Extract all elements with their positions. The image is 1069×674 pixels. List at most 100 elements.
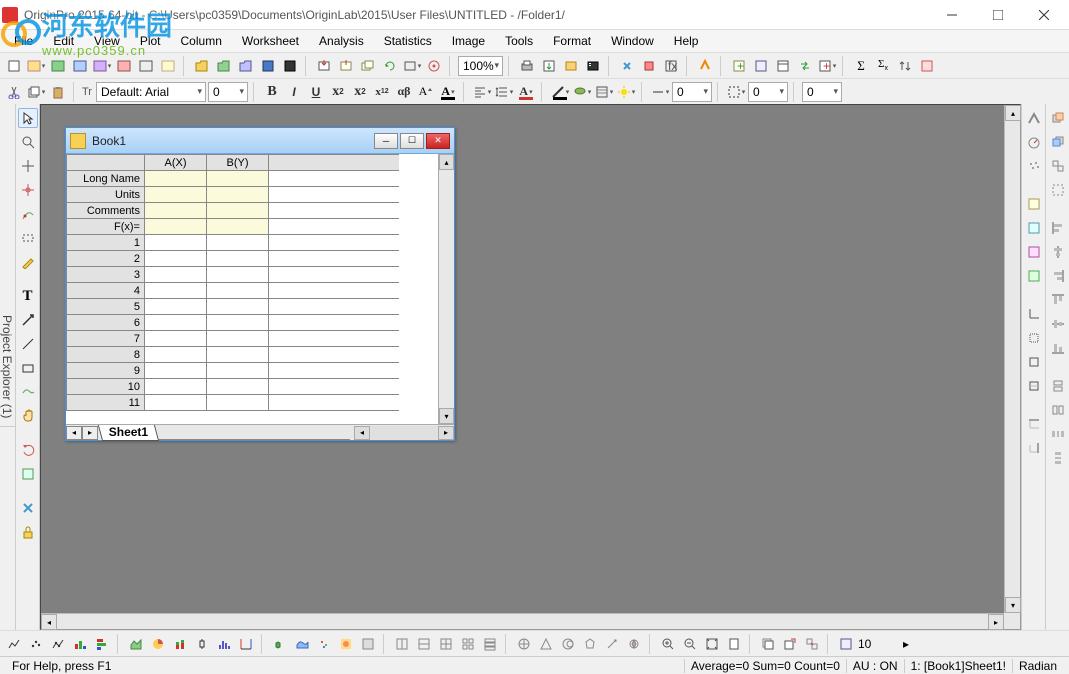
- line-symbol-plot-button[interactable]: [48, 634, 68, 654]
- menu-worksheet[interactable]: Worksheet: [232, 32, 309, 50]
- draw-tool[interactable]: [18, 252, 38, 272]
- align-left-button[interactable]: ▾: [472, 82, 492, 102]
- box-plot-button[interactable]: [192, 634, 212, 654]
- image-plot-button[interactable]: [358, 634, 378, 654]
- template2-button[interactable]: [414, 634, 434, 654]
- line-color-button[interactable]: ▾: [550, 82, 570, 102]
- import-single-button[interactable]: [336, 56, 356, 76]
- workspace-vscroll[interactable]: ▴▾: [1004, 105, 1020, 613]
- sort-button[interactable]: [895, 56, 915, 76]
- align-bottom-obj-button[interactable]: [1048, 338, 1068, 358]
- obj-group-button[interactable]: [1048, 156, 1068, 176]
- rotate-tool[interactable]: [18, 440, 38, 460]
- italic-button[interactable]: I: [284, 82, 304, 102]
- align-middle-obj-button[interactable]: [1048, 314, 1068, 334]
- line-tool[interactable]: [18, 334, 38, 354]
- row-comments[interactable]: Comments: [67, 203, 145, 219]
- new-notes-button[interactable]: [158, 56, 178, 76]
- font-increase-button[interactable]: A: [416, 82, 436, 102]
- open-button[interactable]: [192, 56, 212, 76]
- pan-tool[interactable]: [18, 406, 38, 426]
- pointer-tool[interactable]: [18, 108, 38, 128]
- template3-button[interactable]: [436, 634, 456, 654]
- new-excel-button[interactable]: [48, 56, 68, 76]
- underline-button[interactable]: U: [306, 82, 326, 102]
- row-8[interactable]: 8: [67, 347, 145, 363]
- duplicate-button[interactable]: [639, 56, 659, 76]
- stats-button[interactable]: Σx: [873, 56, 893, 76]
- axis-btn-4[interactable]: [1024, 376, 1044, 396]
- extract-button[interactable]: [780, 634, 800, 654]
- slide-button[interactable]: [561, 56, 581, 76]
- row-11[interactable]: 11: [67, 395, 145, 411]
- screen-reader-tool[interactable]: [18, 180, 38, 200]
- tab-project-explorer[interactable]: Project Explorer (1): [0, 307, 15, 427]
- superscript-button[interactable]: x2: [328, 82, 348, 102]
- rescale-tool[interactable]: [18, 498, 38, 518]
- menu-analysis[interactable]: Analysis: [309, 32, 374, 50]
- sheet-tab[interactable]: Sheet1: [98, 425, 160, 441]
- sheet-nav-prev[interactable]: ▸: [82, 426, 98, 440]
- ternary-button[interactable]: [536, 634, 556, 654]
- scroll-up-button[interactable]: ▴: [439, 154, 454, 170]
- copy-button[interactable]: ▾: [26, 82, 46, 102]
- layer-btn-4[interactable]: [1024, 266, 1044, 286]
- code-builder-button[interactable]: [695, 56, 715, 76]
- row-1[interactable]: 1: [67, 235, 145, 251]
- new-project-button[interactable]: [4, 56, 24, 76]
- font-color-button[interactable]: A▾: [438, 82, 458, 102]
- movie-button[interactable]: [583, 56, 603, 76]
- fit-button[interactable]: [702, 634, 722, 654]
- open-excel-button[interactable]: [236, 56, 256, 76]
- distribute-h-button[interactable]: [1048, 424, 1068, 444]
- fill-color-button[interactable]: ▾: [572, 82, 592, 102]
- add-layer-button[interactable]: [758, 634, 778, 654]
- workbook-close-button[interactable]: ✕: [426, 133, 450, 149]
- symbol-count-combo[interactable]: 10: [858, 637, 894, 651]
- bold-button[interactable]: B: [262, 82, 282, 102]
- status-au[interactable]: AU : ON: [846, 659, 904, 673]
- region-tool[interactable]: [18, 382, 38, 402]
- layer-btn-2[interactable]: [1024, 218, 1044, 238]
- row-units[interactable]: Units: [67, 187, 145, 203]
- 3d-bars-button[interactable]: [270, 634, 290, 654]
- column-header-a[interactable]: A(X): [145, 155, 207, 171]
- border-style-button[interactable]: ▾: [726, 82, 746, 102]
- template1-button[interactable]: [392, 634, 412, 654]
- window-minimize-button[interactable]: [929, 0, 975, 30]
- save-button[interactable]: [258, 56, 278, 76]
- supersub-button[interactable]: x12: [372, 82, 392, 102]
- scroll-down-button[interactable]: ▾: [439, 408, 454, 424]
- double-y-button[interactable]: [236, 634, 256, 654]
- menu-statistics[interactable]: Statistics: [374, 32, 442, 50]
- row-5[interactable]: 5: [67, 299, 145, 315]
- transfer-button[interactable]: [795, 56, 815, 76]
- workbook-hscroll[interactable]: ◂▸: [354, 426, 454, 440]
- row-7[interactable]: 7: [67, 331, 145, 347]
- same-height-button[interactable]: [1048, 400, 1068, 420]
- align-center-obj-button[interactable]: [1048, 242, 1068, 262]
- menu-file[interactable]: File: [4, 32, 43, 50]
- print-button[interactable]: [517, 56, 537, 76]
- align-left-obj-button[interactable]: [1048, 218, 1068, 238]
- axis-btn-3[interactable]: [1024, 352, 1044, 372]
- add-top-axis-button[interactable]: [1024, 414, 1044, 434]
- column-header-b[interactable]: B(Y): [207, 155, 269, 171]
- menu-edit[interactable]: Edit: [43, 32, 84, 50]
- new-matrix-button[interactable]: ▾: [92, 56, 112, 76]
- pattern-button[interactable]: ▾: [594, 82, 614, 102]
- cut-button[interactable]: [4, 82, 24, 102]
- rect-tool[interactable]: [18, 358, 38, 378]
- row-6[interactable]: 6: [67, 315, 145, 331]
- menu-column[interactable]: Column: [171, 32, 232, 50]
- zoom-out-button[interactable]: [680, 634, 700, 654]
- new-layout-button[interactable]: [136, 56, 156, 76]
- pie-plot-button[interactable]: [148, 634, 168, 654]
- template4-button[interactable]: [458, 634, 478, 654]
- line-width-combo[interactable]: 0: [672, 82, 712, 102]
- zoom-in-button[interactable]: [658, 634, 678, 654]
- 3d-surface-button[interactable]: [292, 634, 312, 654]
- radar-button[interactable]: [580, 634, 600, 654]
- scatter-plot-button[interactable]: [26, 634, 46, 654]
- menu-image[interactable]: Image: [442, 32, 495, 50]
